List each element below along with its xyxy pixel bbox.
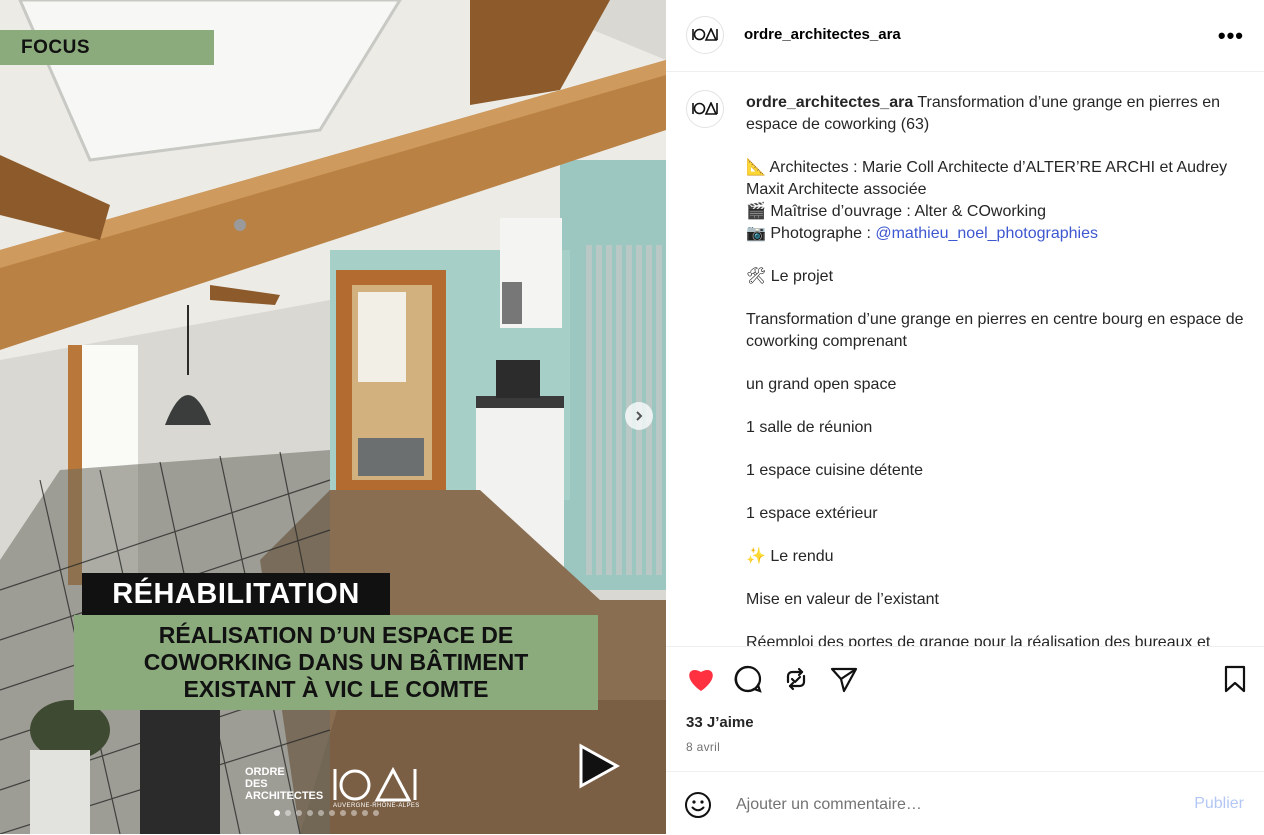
comment-icon[interactable] bbox=[733, 664, 763, 694]
carousel-dot bbox=[340, 810, 346, 816]
carousel-dot bbox=[351, 810, 357, 816]
carousel-dot bbox=[285, 810, 291, 816]
carousel-dot bbox=[329, 810, 335, 816]
emoji-icon[interactable] bbox=[684, 791, 712, 819]
likes-count[interactable]: 33 J’aime bbox=[686, 714, 754, 731]
post-author-username[interactable]: ordre_architectes_ara bbox=[744, 26, 901, 43]
caption-item: 1 espace extérieur bbox=[746, 505, 878, 522]
caption-maitrise: 🎬 Maîtrise d’ouvrage : Alter & COworking bbox=[746, 203, 1047, 220]
carousel-dot bbox=[373, 810, 379, 816]
avatar[interactable] bbox=[686, 90, 724, 128]
publish-button[interactable]: Publier bbox=[1194, 795, 1244, 813]
carousel-dot bbox=[296, 810, 302, 816]
repost-icon[interactable] bbox=[781, 664, 811, 694]
logo-region: AUVERGNE-RHÔNE-ALPES bbox=[333, 803, 420, 809]
comment-bar: Publier bbox=[666, 771, 1264, 835]
ordre-architectes-logo-text: ORDRE DES ARCHITECTES bbox=[245, 766, 323, 802]
headline-line: RÉALISATION D’UN ESPACE DE bbox=[158, 622, 514, 648]
caption-username[interactable]: ordre_architectes_ara bbox=[746, 94, 913, 111]
action-bar bbox=[666, 646, 1264, 711]
caption-reemploi-text: Réemploi des portes de grange pour la ré… bbox=[746, 634, 1211, 646]
caption-projet-text: Transformation d’une grange en pierres e… bbox=[746, 311, 1244, 350]
carousel-dot bbox=[362, 810, 368, 816]
caption-architectes: 📐 Architectes : Marie Coll Architecte d’… bbox=[746, 159, 1228, 198]
caption-item: 1 salle de réunion bbox=[746, 419, 873, 436]
photographer-mention-link[interactable]: @mathieu_noel_photographies bbox=[875, 225, 1098, 242]
headline-line: COWORKING DANS UN BÂTIMENT bbox=[143, 649, 529, 675]
oa-avatar-icon bbox=[692, 102, 718, 115]
more-options-icon[interactable]: ••• bbox=[1218, 23, 1244, 49]
caption-rendu-heading: ✨ Le rendu bbox=[746, 548, 834, 565]
focus-tag: FOCUS bbox=[0, 30, 214, 65]
carousel-dot bbox=[307, 810, 313, 816]
caption-rendu-text: Mise en valeur de l’existant bbox=[746, 591, 939, 608]
bookmark-icon[interactable] bbox=[1220, 664, 1250, 694]
headline-line: EXISTANT À VIC LE COMTE bbox=[183, 676, 489, 702]
post-media[interactable]: FOCUS RÉHABILITATION RÉALISATION D’UN ES… bbox=[0, 0, 666, 834]
comment-input[interactable] bbox=[734, 792, 1168, 818]
avatar[interactable] bbox=[686, 16, 724, 54]
carousel-dot bbox=[274, 810, 280, 816]
caption-item: 1 espace cuisine détente bbox=[746, 462, 924, 479]
caption-section: ordre_architectes_ara Transformation d’u… bbox=[666, 72, 1264, 646]
caption-text: ordre_architectes_ara Transformation d’u… bbox=[746, 92, 1246, 646]
caption-projet-heading: 🛠 Le projet bbox=[746, 268, 834, 285]
post-header: ordre_architectes_ara ••• bbox=[666, 0, 1264, 72]
play-icon[interactable] bbox=[578, 743, 620, 789]
caption-item: un grand open space bbox=[746, 376, 897, 393]
caption-photographe-label: 📷 Photographe : bbox=[746, 225, 876, 242]
post-details-panel: ordre_architectes_ara ••• ordre_architec… bbox=[666, 0, 1264, 834]
carousel-next-button[interactable] bbox=[625, 402, 653, 430]
logo-line: ARCHITECTES bbox=[245, 790, 324, 802]
post-date[interactable]: 8 avril bbox=[686, 740, 720, 754]
logo-line: ORDRE bbox=[245, 766, 285, 778]
logo-line: DES bbox=[245, 778, 268, 790]
share-icon[interactable] bbox=[829, 664, 859, 694]
oa-avatar-icon bbox=[692, 28, 718, 41]
chevron-right-icon bbox=[636, 411, 643, 421]
oa-logo-icon bbox=[333, 766, 417, 802]
overlay-headline: RÉALISATION D’UN ESPACE DE COWORKING DAN… bbox=[74, 615, 598, 710]
carousel-indicator bbox=[274, 810, 379, 816]
heart-icon[interactable] bbox=[686, 664, 716, 694]
carousel-dot bbox=[318, 810, 324, 816]
overlay-category: RÉHABILITATION bbox=[82, 573, 390, 615]
